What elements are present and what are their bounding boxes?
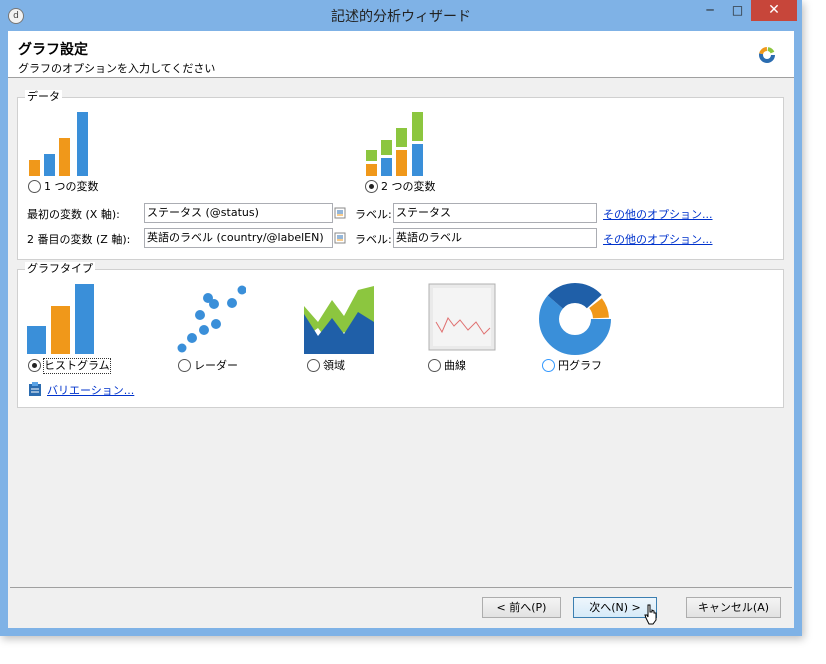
window-title: 記述的分析ウィザード bbox=[331, 9, 471, 25]
previous-button[interactable]: < 前へ(P) bbox=[482, 597, 561, 618]
radar-label: レーダー bbox=[194, 359, 238, 372]
cancel-button[interactable]: キャンセル(A) bbox=[686, 597, 781, 618]
footer-divider bbox=[10, 587, 792, 588]
data-group-label: データ bbox=[25, 90, 62, 104]
second-label-field[interactable]: 英語のラベル bbox=[393, 228, 597, 248]
maximize-button[interactable]: □ bbox=[724, 0, 751, 21]
second-variable-label: 2 番目の変数 (Z 軸): bbox=[27, 233, 131, 246]
radar-radio[interactable] bbox=[178, 359, 191, 372]
clipboard-icon bbox=[29, 382, 41, 396]
area-radio[interactable] bbox=[307, 359, 320, 372]
page-subtitle: グラフのオプションを入力してください bbox=[18, 62, 216, 75]
data-group: データ 1 つの変数 2 つの変数 最初の変数 (X 軸): ステータス (@s… bbox=[17, 90, 784, 260]
second-variable-picker-icon[interactable] bbox=[333, 230, 347, 246]
first-label-caption: ラベル: bbox=[355, 208, 392, 221]
second-more-options-link[interactable]: その他のオプション... bbox=[603, 231, 713, 247]
close-button[interactable]: ✕ bbox=[751, 0, 797, 21]
wizard-window: d 記述的分析ウィザード ─ □ ✕ グラフ設定 グラフのオプションを入力してく… bbox=[0, 0, 802, 636]
first-variable-field[interactable]: ステータス (@status) bbox=[144, 203, 333, 223]
curve-label: 曲線 bbox=[444, 359, 466, 372]
histogram-radio[interactable] bbox=[28, 359, 41, 372]
histogram-label: ヒストグラム bbox=[43, 358, 111, 374]
minimize-button[interactable]: ─ bbox=[696, 0, 724, 21]
first-more-options-link[interactable]: その他のオプション... bbox=[603, 206, 713, 222]
area-chart-icon[interactable] bbox=[304, 282, 376, 354]
pie-chart-icon[interactable] bbox=[538, 282, 612, 356]
one-variable-label: 1 つの変数 bbox=[44, 180, 99, 193]
variations-link[interactable]: バリエーション... bbox=[47, 382, 134, 398]
histogram-icon[interactable] bbox=[26, 282, 98, 354]
one-variable-chart-icon bbox=[29, 112, 88, 176]
first-label-field[interactable]: ステータス bbox=[393, 203, 597, 223]
dialog-client: グラフ設定 グラフのオプションを入力してください データ 1 つの変数 2 つの… bbox=[8, 31, 794, 628]
wizard-header: グラフ設定 グラフのオプションを入力してください bbox=[8, 31, 794, 78]
second-variable-field[interactable]: 英語のラベル (country/@labelEN) bbox=[144, 228, 333, 248]
pie-radio[interactable] bbox=[542, 359, 555, 372]
curve-chart-icon[interactable] bbox=[428, 282, 498, 354]
mouse-cursor-icon bbox=[644, 604, 657, 625]
second-label-caption: ラベル: bbox=[355, 233, 392, 246]
one-variable-radio[interactable] bbox=[28, 180, 41, 193]
first-variable-label: 最初の変数 (X 軸): bbox=[27, 208, 120, 221]
two-variables-label: 2 つの変数 bbox=[381, 180, 436, 193]
two-variables-chart-icon bbox=[366, 112, 423, 176]
title-bar[interactable]: d 記述的分析ウィザード ─ □ ✕ bbox=[0, 0, 802, 31]
chart-wizard-icon bbox=[759, 47, 775, 63]
curve-radio[interactable] bbox=[428, 359, 441, 372]
radar-scatter-icon[interactable] bbox=[174, 282, 246, 354]
first-variable-picker-icon[interactable] bbox=[333, 205, 347, 221]
chart-type-group: グラフタイプ ヒストグラム レーダー 領域 曲線 円グラフ バリエーション... bbox=[17, 262, 784, 408]
pie-label: 円グラフ bbox=[558, 359, 602, 372]
chart-type-group-label: グラフタイプ bbox=[25, 262, 95, 276]
page-title: グラフ設定 bbox=[18, 42, 88, 58]
area-label: 領域 bbox=[323, 359, 345, 372]
two-variables-radio[interactable] bbox=[365, 180, 378, 193]
